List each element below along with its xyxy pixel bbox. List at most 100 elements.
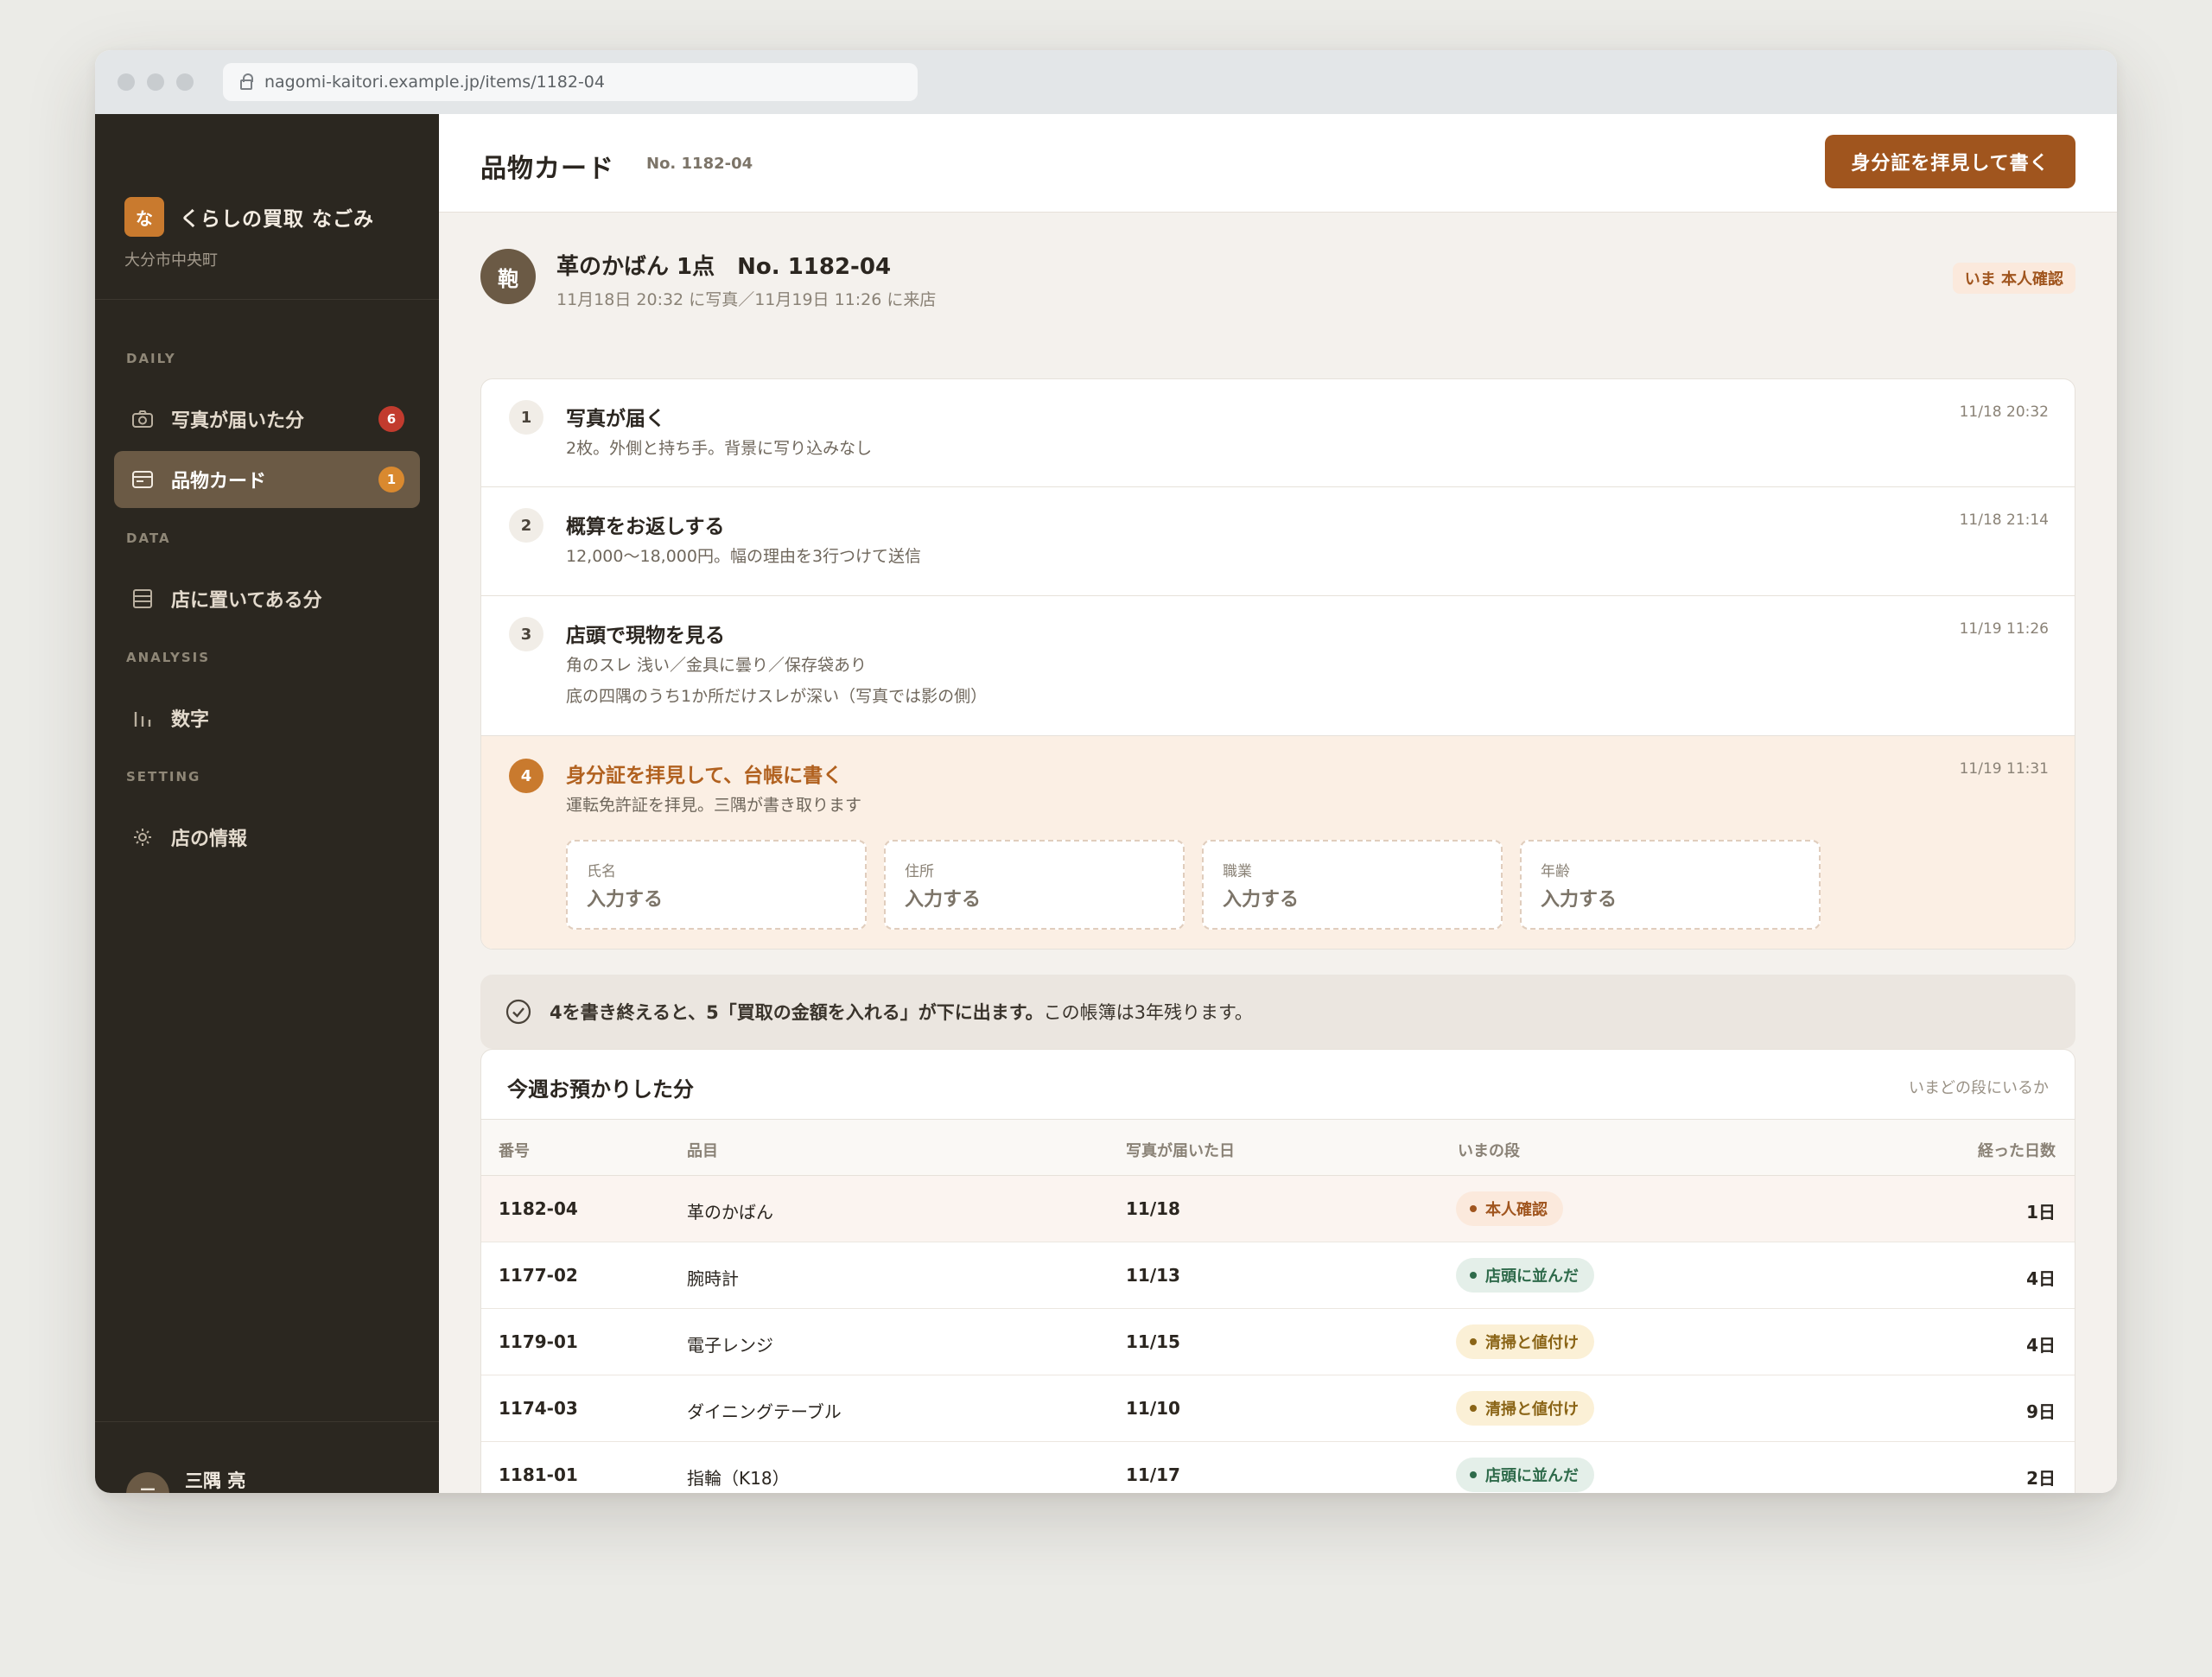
sidebar-item-label: 店に置いてある分 xyxy=(171,590,322,612)
table-row[interactable]: 1181-01 指輪（K18） 11/17 店頭に並んだ 2日 xyxy=(481,1442,2075,1493)
column-header[interactable]: 品目 xyxy=(687,1139,718,1161)
name-input[interactable] xyxy=(587,889,846,911)
gear-icon xyxy=(131,826,154,848)
weekly-items-table: 今週お預かりした分 いまどの段にいるか 番号 品目 写真が届いた日 いまの段 経… xyxy=(480,1049,2075,1493)
main-content: 品物カード No. 1182-04 身分証を拝見して書く 鞄 革のかばん 1点 … xyxy=(439,114,2117,1493)
row-date: 11/15 xyxy=(1126,1331,1180,1352)
name-field[interactable]: 氏名 xyxy=(566,840,867,930)
column-header[interactable]: いまの段 xyxy=(1458,1139,1520,1161)
brand-name: くらしの買取 なごみ xyxy=(180,208,375,231)
row-days: 9日 xyxy=(2026,1401,2056,1422)
item-category-avatar: 鞄 xyxy=(480,249,536,304)
table-row[interactable]: 1179-01 電子レンジ 11/15 清掃と値付け 4日 xyxy=(481,1309,2075,1375)
section-label-setting: SETTING xyxy=(126,769,201,785)
occupation-field[interactable]: 職業 xyxy=(1202,840,1503,930)
browser-chrome: nagomi-kaitori.example.jp/items/1182-04 xyxy=(95,50,2117,114)
step-description: 12,000〜18,000円。幅の理由を3行つけて送信 xyxy=(566,547,922,566)
sidebar-item-label: 写真が届いた分 xyxy=(171,410,305,432)
section-label-daily: DAILY xyxy=(126,351,176,366)
sidebar-item-label: 品物カード xyxy=(171,471,267,492)
window-controls xyxy=(118,73,194,91)
table-row[interactable]: 1177-02 腕時計 11/13 店頭に並んだ 4日 xyxy=(481,1242,2075,1309)
row-days: 2日 xyxy=(2026,1468,2056,1489)
step-time: 11/19 11:26 xyxy=(1959,620,2049,638)
brand[interactable]: な くらしの買取 なごみ xyxy=(124,197,374,237)
sidebar-item-item-card[interactable]: 品物カード 1 xyxy=(114,451,420,508)
step-time: 11/19 11:31 xyxy=(1959,760,2049,778)
sidebar-item-label: 数字 xyxy=(171,709,210,731)
sidebar-item-label: 店の情報 xyxy=(171,829,248,850)
lock-icon xyxy=(240,73,253,90)
address-field[interactable]: 住所 xyxy=(884,840,1185,930)
stage-badge: 本人確認 xyxy=(1456,1191,1563,1226)
step-title: 身分証を拝見して、台帳に書く xyxy=(566,765,843,787)
table-row[interactable]: 1174-03 ダイニングテーブル 11/10 清掃と値付け 9日 xyxy=(481,1375,2075,1442)
write-id-button[interactable]: 身分証を拝見して書く xyxy=(1825,135,2075,188)
close-dot[interactable] xyxy=(118,73,135,91)
list-icon xyxy=(131,588,154,610)
brand-logo-icon: な xyxy=(124,197,164,237)
item-header: 鞄 革のかばん 1点 No. 1182-04 11月18日 20:32 に写真／… xyxy=(480,249,2075,318)
step-time: 11/18 21:14 xyxy=(1959,511,2049,529)
row-id: 1174-03 xyxy=(499,1398,578,1419)
row-item: 電子レンジ xyxy=(687,1335,773,1356)
maximize-dot[interactable] xyxy=(176,73,194,91)
table-row[interactable]: 1182-04 革のかばん 11/18 本人確認 1日 xyxy=(481,1176,2075,1242)
section-label-data: DATA xyxy=(126,530,171,546)
step-number: 4 xyxy=(509,759,543,793)
occupation-input[interactable] xyxy=(1223,889,1482,911)
row-date: 11/18 xyxy=(1126,1198,1180,1219)
step-time: 11/18 20:32 xyxy=(1959,403,2049,421)
sidebar-item-inventory[interactable]: 店に置いてある分 xyxy=(114,570,420,627)
bar-chart-icon xyxy=(131,707,154,729)
row-item: 指輪（K18） xyxy=(687,1468,790,1489)
notice-text: この帳簿は3年残ります。 xyxy=(1043,1002,1253,1023)
camera-icon xyxy=(131,408,154,430)
user-avatar[interactable]: 三 xyxy=(126,1472,169,1493)
row-days: 4日 xyxy=(2026,1335,2056,1356)
address-input[interactable] xyxy=(905,889,1164,911)
sidebar-item-numbers[interactable]: 数字 xyxy=(114,689,420,746)
photos-count-badge: 6 xyxy=(378,406,404,432)
stage-badge: 清掃と値付け xyxy=(1456,1391,1594,1426)
user-name: 三隅 亮 xyxy=(185,1471,246,1491)
row-item: ダイニングテーブル xyxy=(687,1401,842,1422)
step-title: 店頭で現物を見る xyxy=(566,625,725,647)
sidebar-bottom-divider xyxy=(95,1421,439,1422)
step-description: 運転免許証を拝見。三隅が書き取ります xyxy=(566,796,862,815)
step-item: 3 店頭で現物を見る 角のスレ 浅い／金具に曇り／保存袋あり 底の四隅のうち1か… xyxy=(481,596,2075,736)
row-date: 11/13 xyxy=(1126,1265,1180,1286)
item-card-count-badge: 1 xyxy=(378,467,404,492)
column-header[interactable]: 写真が届いた日 xyxy=(1126,1139,1235,1161)
table-hint: いまどの段にいるか xyxy=(1909,1079,2049,1097)
url-text: nagomi-kaitori.example.jp/items/1182-04 xyxy=(264,73,605,92)
item-timeline-summary: 11月18日 20:32 に写真／11月19日 11:26 に来店 xyxy=(556,290,937,309)
row-date: 11/10 xyxy=(1126,1398,1180,1419)
column-header[interactable]: 番号 xyxy=(499,1139,530,1161)
address-bar[interactable]: nagomi-kaitori.example.jp/items/1182-04 xyxy=(223,63,918,101)
step-item-current: 4 身分証を拝見して、台帳に書く 運転免許証を拝見。三隅が書き取ります 11/1… xyxy=(481,736,2075,949)
section-label-analysis: ANALYSIS xyxy=(126,650,211,665)
sidebar-item-photos[interactable]: 写真が届いた分 6 xyxy=(114,391,420,448)
row-id: 1181-01 xyxy=(499,1464,578,1485)
step-description: 2枚。外側と持ち手。背景に写り込みなし xyxy=(566,439,873,458)
sidebar: な くらしの買取 なごみ 大分市中央町 DAILY 写真が届いた分 6 品物カー… xyxy=(95,114,439,1493)
step-description: 底の四隅のうち1か所だけスレが深い（写真では影の側） xyxy=(566,687,988,706)
column-header[interactable]: 経った日数 xyxy=(1978,1139,2056,1161)
sidebar-item-shop-info[interactable]: 店の情報 xyxy=(114,809,420,866)
age-input[interactable] xyxy=(1541,889,1800,911)
card-icon xyxy=(131,468,154,491)
step-item: 1 写真が届く 2枚。外側と持ち手。背景に写り込みなし 11/18 20:32 xyxy=(481,379,2075,487)
age-field[interactable]: 年齢 xyxy=(1520,840,1821,930)
row-id: 1179-01 xyxy=(499,1331,578,1352)
row-days: 4日 xyxy=(2026,1268,2056,1289)
sidebar-divider xyxy=(95,299,439,300)
row-id: 1182-04 xyxy=(499,1198,578,1219)
row-item: 革のかばん xyxy=(687,1202,773,1223)
row-id: 1177-02 xyxy=(499,1265,578,1286)
table-title: 今週お預かりした分 xyxy=(507,1077,694,1102)
minimize-dot[interactable] xyxy=(147,73,164,91)
step-description: 角のスレ 浅い／金具に曇り／保存袋あり xyxy=(566,656,868,675)
field-label: 職業 xyxy=(1223,863,1252,880)
stage-badge: 清掃と値付け xyxy=(1456,1324,1594,1359)
